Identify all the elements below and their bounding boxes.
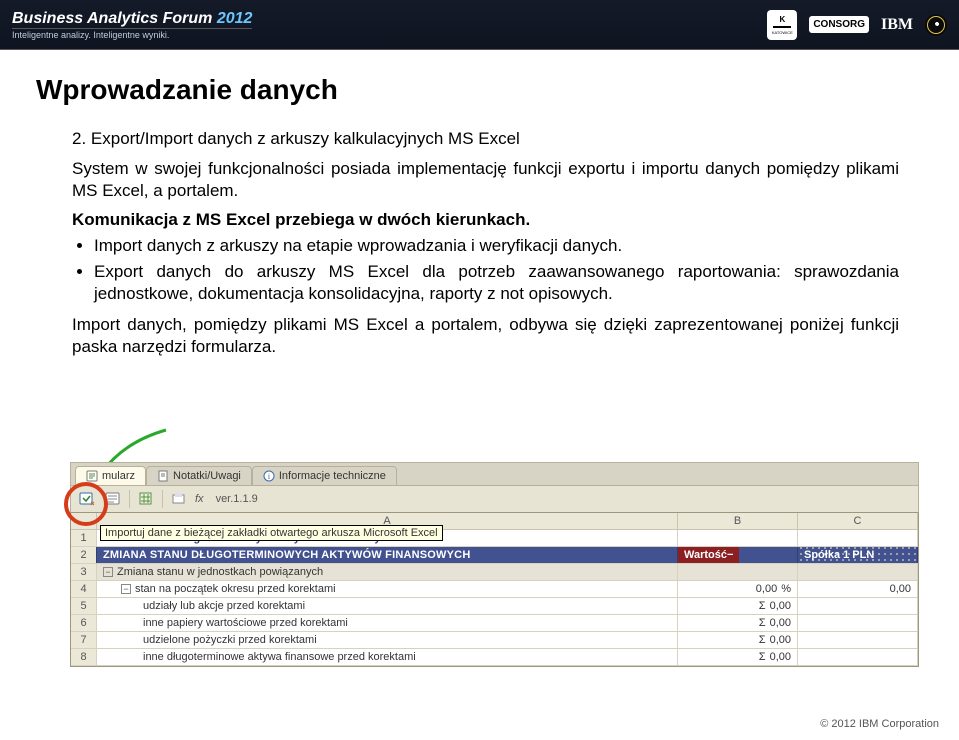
tab-notatki[interactable]: Notatki/Uwagi bbox=[146, 466, 252, 485]
tab-formularz-label: mularz bbox=[102, 470, 135, 482]
tree-collapse-icon[interactable]: − bbox=[121, 584, 131, 594]
info-icon: i bbox=[263, 470, 275, 482]
row4-label: −stan na początek okresu przed korektami bbox=[97, 581, 678, 597]
fx-label: fx bbox=[195, 493, 204, 505]
rownum-3: 3 bbox=[71, 564, 97, 580]
row6-label: inne papiery wartościowe przed korektami bbox=[97, 615, 678, 631]
slide-body: 2. Export/Import danych z arkuszy kalkul… bbox=[36, 128, 923, 358]
row4-val-c[interactable]: 0,00 bbox=[798, 581, 918, 597]
col-b: B bbox=[678, 513, 798, 529]
rownum-4: 4 bbox=[71, 581, 97, 597]
toolbar-button-4[interactable] bbox=[169, 489, 189, 509]
header-subtitle: Inteligentne analizy. Inteligentne wynik… bbox=[12, 28, 252, 40]
header-logos: K KATOWICE CONSORG IBM bbox=[767, 10, 947, 40]
row4-val-b[interactable]: 0,00% bbox=[678, 581, 798, 597]
row5-label: udziały lub akcje przed korektami bbox=[97, 598, 678, 614]
row7-val-b[interactable]: Σ0,00 bbox=[678, 632, 798, 648]
tab-notatki-label: Notatki/Uwagi bbox=[173, 470, 241, 482]
sigma-icon: Σ bbox=[759, 617, 766, 629]
toolbar-button-2[interactable] bbox=[103, 489, 123, 509]
import-tooltip: Importuj dane z bieżącej zakładki otwart… bbox=[100, 525, 443, 541]
note-icon bbox=[157, 470, 169, 482]
sigma-icon: Σ bbox=[759, 634, 766, 646]
collapse-icon[interactable]: − bbox=[727, 549, 733, 561]
tree-collapse-icon[interactable]: − bbox=[103, 567, 113, 577]
grid-row-6: 6 inne papiery wartościowe przed korekta… bbox=[71, 615, 918, 632]
bullet-list: Import danych z arkuszy na etapie wprowa… bbox=[72, 235, 899, 304]
sigma-icon: Σ bbox=[759, 600, 766, 612]
slide-content: Wprowadzanie danych 2. Export/Import dan… bbox=[0, 50, 959, 358]
header-bar: Business Analytics Forum 2012 Inteligent… bbox=[0, 0, 959, 50]
version-label: ver.1.1.9 bbox=[216, 493, 258, 505]
row2-wartosc: Wartość− bbox=[678, 547, 739, 563]
grid-row-8: 8 inne długoterminowe aktywa finansowe p… bbox=[71, 649, 918, 666]
corner-cell bbox=[71, 513, 97, 529]
rownum-8: 8 bbox=[71, 649, 97, 665]
grid-row-3: 3 −Zmiana stanu w jednostkach powiązanyc… bbox=[71, 564, 918, 581]
row3-label: −Zmiana stanu w jednostkach powiązanych bbox=[97, 564, 678, 580]
tab-formularz[interactable]: mularz bbox=[75, 466, 146, 485]
paragraph-2: Komunikacja z MS Excel przebiega w dwóch… bbox=[72, 209, 899, 231]
import-excel-button[interactable] bbox=[77, 489, 97, 509]
pct-icon: % bbox=[781, 583, 791, 595]
tab-bar: mularz Notatki/Uwagi i Informacje techni… bbox=[70, 462, 919, 485]
row2-spolka: Spółka 1 PLN bbox=[798, 547, 918, 563]
row8-label: inne długoterminowe aktywa finansowe prz… bbox=[97, 649, 678, 665]
consorg-logo: CONSORG bbox=[809, 16, 869, 33]
slide-title: Wprowadzanie danych bbox=[36, 74, 923, 106]
grid-row-5: 5 udziały lub akcje przed korektami Σ0,0… bbox=[71, 598, 918, 615]
ibm-logo: IBM bbox=[881, 16, 913, 34]
grid-row-2: 2 ZMIANA STANU DŁUGOTERMINOWYCH AKTYWÓW … bbox=[71, 547, 918, 564]
globe-icon bbox=[925, 14, 947, 36]
header-title-year: 2012 bbox=[217, 10, 253, 27]
app-screenshot: mularz Notatki/Uwagi i Informacje techni… bbox=[70, 462, 919, 667]
rownum-2: 2 bbox=[71, 547, 97, 563]
sigma-icon: Σ bbox=[759, 651, 766, 663]
kw-logo: K KATOWICE bbox=[767, 10, 797, 40]
row2-label: ZMIANA STANU DŁUGOTERMINOWYCH AKTYWÓW FI… bbox=[97, 547, 678, 563]
tab-informacje[interactable]: i Informacje techniczne bbox=[252, 466, 397, 485]
row8-val-b[interactable]: Σ0,00 bbox=[678, 649, 798, 665]
rownum-1: 1 bbox=[71, 530, 97, 546]
tab-informacje-label: Informacje techniczne bbox=[279, 470, 386, 482]
paragraph-3: Import danych, pomiędzy plikami MS Excel… bbox=[72, 314, 899, 358]
toolbar-button-3[interactable] bbox=[136, 489, 156, 509]
rownum-5: 5 bbox=[71, 598, 97, 614]
form-icon bbox=[86, 470, 98, 482]
header-title-main: Business Analytics Forum bbox=[12, 10, 212, 27]
row7-label: udzielone pożyczki przed korektami bbox=[97, 632, 678, 648]
item-head: 2. Export/Import danych z arkuszy kalkul… bbox=[72, 128, 899, 150]
row5-val-b[interactable]: Σ0,00 bbox=[678, 598, 798, 614]
header-left: Business Analytics Forum 2012 Inteligent… bbox=[12, 10, 252, 40]
paragraph-1: System w swojej funkcjonalności posiada … bbox=[72, 158, 899, 202]
toolbar: fx ver.1.1.9 bbox=[70, 485, 919, 513]
col-c: C bbox=[798, 513, 918, 529]
grid-row-4: 4 −stan na początek okresu przed korekta… bbox=[71, 581, 918, 598]
rownum-7: 7 bbox=[71, 632, 97, 648]
header-title: Business Analytics Forum 2012 bbox=[12, 10, 252, 28]
grid-row-7: 7 udzielone pożyczki przed korektami Σ0,… bbox=[71, 632, 918, 649]
bullet-1: Import danych z arkuszy na etapie wprowa… bbox=[94, 235, 899, 257]
footer-copyright: © 2012 IBM Corporation bbox=[820, 718, 939, 730]
row6-val-b[interactable]: Σ0,00 bbox=[678, 615, 798, 631]
rownum-6: 6 bbox=[71, 615, 97, 631]
bullet-2: Export danych do arkuszy MS Excel dla po… bbox=[94, 261, 899, 305]
